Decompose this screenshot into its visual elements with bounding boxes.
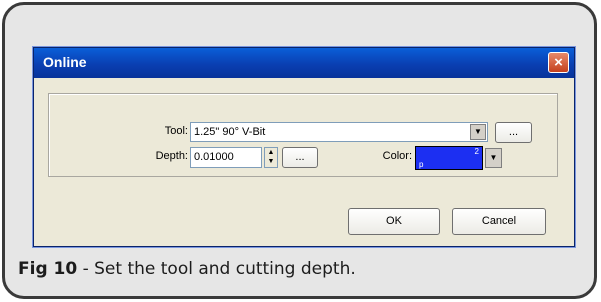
tool-browse-button[interactable]: ... — [495, 122, 532, 143]
cancel-button[interactable]: Cancel — [452, 208, 546, 235]
ok-label: OK — [386, 215, 402, 227]
color-label: Color: — [382, 150, 412, 162]
depth-label: Depth: — [155, 150, 188, 162]
spin-down-icon[interactable]: ▼ — [265, 157, 277, 166]
color-swatch[interactable]: 2 p — [415, 146, 483, 170]
tool-label: Tool: — [164, 125, 188, 137]
depth-browse-label: ... — [295, 151, 305, 163]
depth-value: 0.01000 — [194, 151, 234, 163]
color-index: 2 — [474, 147, 479, 156]
tool-browse-label: ... — [508, 126, 519, 138]
chevron-down-icon[interactable]: ▼ — [470, 124, 486, 140]
caption-text: - Set the tool and cutting depth. — [77, 259, 356, 279]
close-icon: × — [554, 54, 563, 71]
close-button[interactable]: × — [548, 52, 569, 73]
figure-caption: Fig 10 - Set the tool and cutting depth. — [18, 259, 356, 279]
depth-spinner[interactable]: ▲ ▼ — [264, 147, 278, 168]
color-dropdown-arrow[interactable]: ▼ — [485, 148, 502, 168]
figure-frame: Online × Tool: 1.25" 90° V-Bit ▼ ... Dep… — [2, 2, 597, 299]
online-dialog: Online × Tool: 1.25" 90° V-Bit ▼ ... Dep… — [33, 47, 575, 247]
depth-input[interactable]: 0.01000 — [190, 147, 262, 168]
dialog-title: Online — [43, 54, 87, 70]
cancel-label: Cancel — [481, 215, 517, 227]
ok-button[interactable]: OK — [348, 208, 440, 235]
tool-value: 1.25" 90° V-Bit — [194, 126, 266, 138]
spin-up-icon[interactable]: ▲ — [265, 148, 277, 157]
color-swatch-mark: p — [419, 160, 424, 169]
figure-number: Fig 10 — [18, 259, 78, 279]
dialog-titlebar[interactable]: Online × — [34, 48, 574, 78]
depth-browse-button[interactable]: ... — [282, 147, 318, 168]
tool-dropdown[interactable]: 1.25" 90° V-Bit ▼ — [190, 122, 488, 142]
